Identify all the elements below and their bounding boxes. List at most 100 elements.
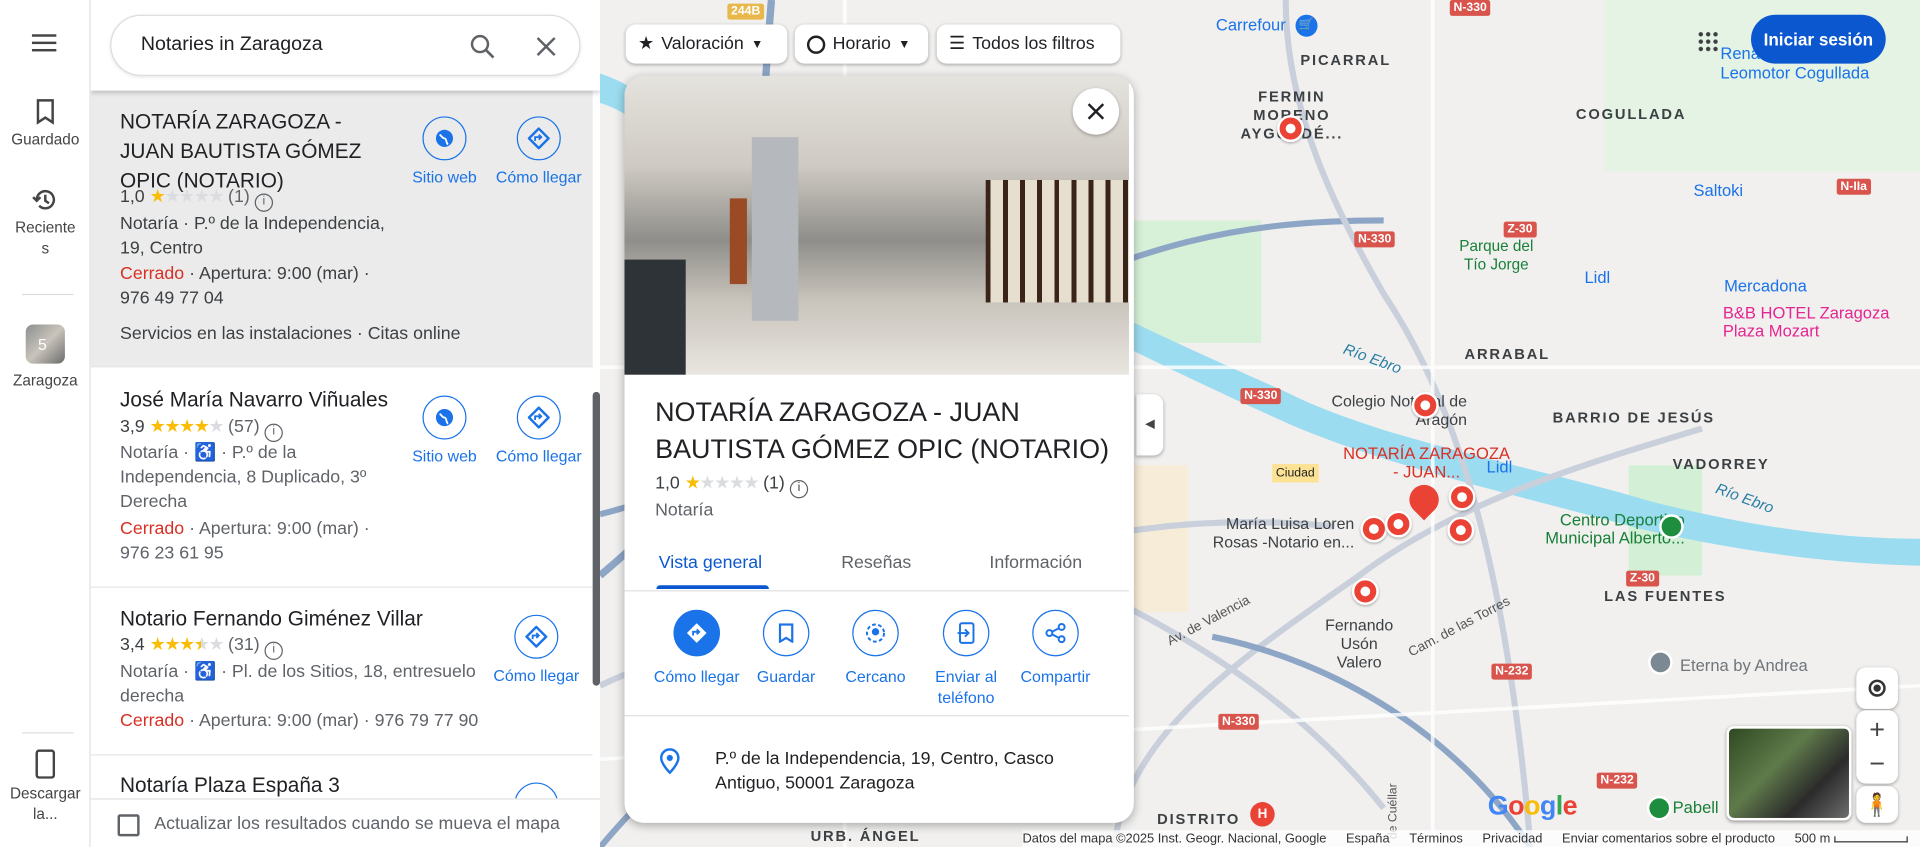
filter-hours[interactable]: Horario ▼ xyxy=(794,24,929,64)
tab-overview[interactable]: Vista general xyxy=(659,553,762,573)
poi-carrefour[interactable]: Carrefour xyxy=(1216,16,1286,34)
place-marker[interactable] xyxy=(1648,650,1673,675)
results-scrollbar[interactable] xyxy=(592,391,601,686)
poi-maria-luisa[interactable]: María Luisa Loren Rosas -Notario en... xyxy=(1207,514,1355,551)
poi-bb-hotel[interactable]: B&B HOTEL Zaragoza Plaza Mozart xyxy=(1723,304,1907,341)
road-badge: N-330 xyxy=(1354,231,1396,248)
info-icon[interactable]: i xyxy=(264,641,283,661)
info-icon[interactable]: i xyxy=(264,423,283,443)
rail-zaragoza-label: Zaragoza xyxy=(12,372,78,390)
hospital-icon[interactable]: H xyxy=(1250,802,1275,827)
result-pin[interactable] xyxy=(1411,391,1439,419)
apps-grid-icon[interactable] xyxy=(1697,30,1720,53)
tab-reviews[interactable]: Reseñas xyxy=(841,553,911,573)
footer-link-privacy[interactable]: Privacidad xyxy=(1482,831,1542,846)
poi-colegio-notarial[interactable]: Colegio Notarial de Aragón xyxy=(1320,392,1467,429)
directions-button[interactable]: Cómo llegar xyxy=(490,395,588,465)
footer-link-terms[interactable]: Términos xyxy=(1409,831,1463,846)
directions-button[interactable]: Cómo llegar xyxy=(490,116,588,186)
collapse-panel-button[interactable]: ◀ xyxy=(1136,394,1164,456)
star-icon: ★ xyxy=(637,34,654,54)
review-count: (57) xyxy=(228,417,260,438)
result-pin[interactable] xyxy=(1447,516,1475,544)
globe-icon xyxy=(435,408,454,427)
poi-leomotor[interactable]: Leomotor Cogullada xyxy=(1720,64,1869,82)
scale-bar[interactable]: 500 m xyxy=(1795,831,1908,846)
update-on-move-checkbox[interactable] xyxy=(117,814,140,837)
poi-lidl[interactable]: Lidl xyxy=(1584,268,1610,286)
review-count: (1) xyxy=(228,187,250,207)
info-icon[interactable]: i xyxy=(789,480,809,499)
tab-information[interactable]: Información xyxy=(989,553,1082,573)
result-pin[interactable] xyxy=(1384,510,1412,538)
my-location-button[interactable] xyxy=(1856,667,1898,709)
info-icon[interactable]: i xyxy=(254,193,274,212)
park-marker[interactable] xyxy=(1646,795,1672,821)
search-box[interactable]: Notaries in Zaragoza xyxy=(110,14,581,76)
zoom-in-button[interactable]: + xyxy=(1869,713,1885,747)
filter-all[interactable]: ☰ Todos los filtros xyxy=(936,24,1121,64)
rail-recent[interactable]: Reciente s xyxy=(0,186,91,259)
menu-button[interactable] xyxy=(0,32,91,59)
park-label[interactable]: Parque del Tío Jorge xyxy=(1453,238,1539,275)
action-send-to-phone[interactable]: Enviar al teléfono xyxy=(917,609,1015,708)
result-pin[interactable] xyxy=(1277,115,1305,143)
website-button[interactable]: Sitio web xyxy=(396,395,494,465)
result-pin[interactable] xyxy=(1448,483,1476,511)
result-hours: Cerrado · Apertura: 9:00 (mar) · 976 79 … xyxy=(120,711,479,732)
result-services: Servicios en las instalaciones · Citas o… xyxy=(120,324,461,345)
phone-icon xyxy=(35,749,56,779)
filter-all-label: Todos los filtros xyxy=(972,34,1095,54)
rail-saved[interactable]: Guardado xyxy=(0,98,91,151)
place-address[interactable]: P.º de la Independencia, 19, Centro, Cas… xyxy=(715,747,1082,796)
close-card-button[interactable] xyxy=(1072,88,1120,135)
result-item[interactable]: Notario Fernando Giménez Villar 3,4 ★★★★… xyxy=(90,588,593,756)
pegman-icon[interactable]: 🧍 xyxy=(1856,786,1898,823)
footer-link-country[interactable]: España xyxy=(1346,831,1390,846)
left-rail: Guardado Reciente s 5 Zaragoza Descargar… xyxy=(0,0,91,847)
directions-icon xyxy=(686,623,707,643)
website-button[interactable]: Sitio web xyxy=(396,116,494,186)
directions-button[interactable]: Cómo llegar xyxy=(487,614,585,684)
close-icon[interactable] xyxy=(535,36,557,58)
result-title[interactable]: NOTARÍA ZARAGOZA - JUAN BAUTISTA GÓMEZ O… xyxy=(120,108,402,196)
result-item[interactable]: NOTARÍA ZARAGOZA - JUAN BAUTISTA GÓMEZ O… xyxy=(90,90,593,368)
poi-saltoki[interactable]: Saltoki xyxy=(1693,181,1743,199)
search-icon[interactable] xyxy=(469,33,496,60)
filter-rating[interactable]: ★ Valoración ▼ xyxy=(625,24,788,64)
action-nearby[interactable]: Cercano xyxy=(827,609,925,687)
sign-in-button[interactable]: Iniciar sesión xyxy=(1751,14,1886,64)
rating-stars: ★★★★★ xyxy=(684,473,760,494)
poi-eterna[interactable]: Eterna by Andrea xyxy=(1680,656,1808,674)
place-photo[interactable] xyxy=(624,75,1129,375)
action-share[interactable]: Compartir xyxy=(1007,609,1105,687)
footer-link-feedback[interactable]: Enviar comentarios sobre el producto xyxy=(1562,831,1775,846)
selected-place-label[interactable]: NOTARÍA ZARAGOZA - JUAN... xyxy=(1341,444,1512,481)
poi-mercadona[interactable]: Mercadona xyxy=(1724,277,1807,295)
result-title[interactable]: Notaría Plaza España 3 xyxy=(120,771,340,800)
result-title[interactable]: Notario Fernando Giménez Villar xyxy=(120,605,423,634)
rail-download-app[interactable]: Descargar la... xyxy=(0,749,91,825)
place-thumbnail: 5 xyxy=(25,324,65,364)
result-pin[interactable] xyxy=(1360,515,1388,543)
result-pin[interactable] xyxy=(1351,577,1379,605)
thumbnail-count: 5 xyxy=(37,335,47,354)
action-save[interactable]: Guardar xyxy=(737,609,835,687)
result-item[interactable]: José María Navarro Viñuales 3,9 ★★★★★ (5… xyxy=(90,367,593,588)
result-title[interactable]: José María Navarro Viñuales xyxy=(120,386,414,415)
poi-pabellon[interactable]: Pabell xyxy=(1673,798,1719,816)
park-marker[interactable] xyxy=(1659,514,1684,539)
zoom-out-button[interactable]: − xyxy=(1869,747,1885,781)
map-footer: Datos del mapa ©2025 Inst. Geogr. Nacion… xyxy=(1022,830,1920,847)
street-view-thumbnail[interactable] xyxy=(1726,726,1852,821)
search-input[interactable]: Notaries in Zaragoza xyxy=(141,34,323,56)
rail-zaragoza[interactable]: 5 Zaragoza xyxy=(0,324,91,391)
place-category[interactable]: Notaría xyxy=(655,501,713,521)
poi-fernando-uson[interactable]: Fernando Usón Valero xyxy=(1316,616,1402,671)
area-label: VADORREY xyxy=(1672,455,1770,473)
action-directions[interactable]: Cómo llegar xyxy=(648,609,746,687)
review-count[interactable]: (1) xyxy=(763,474,785,494)
result-address: Notaría · P.º de la Independencia, 19, C… xyxy=(120,214,385,259)
road-badge: N-330 xyxy=(1240,388,1282,405)
directions-icon xyxy=(525,625,548,648)
